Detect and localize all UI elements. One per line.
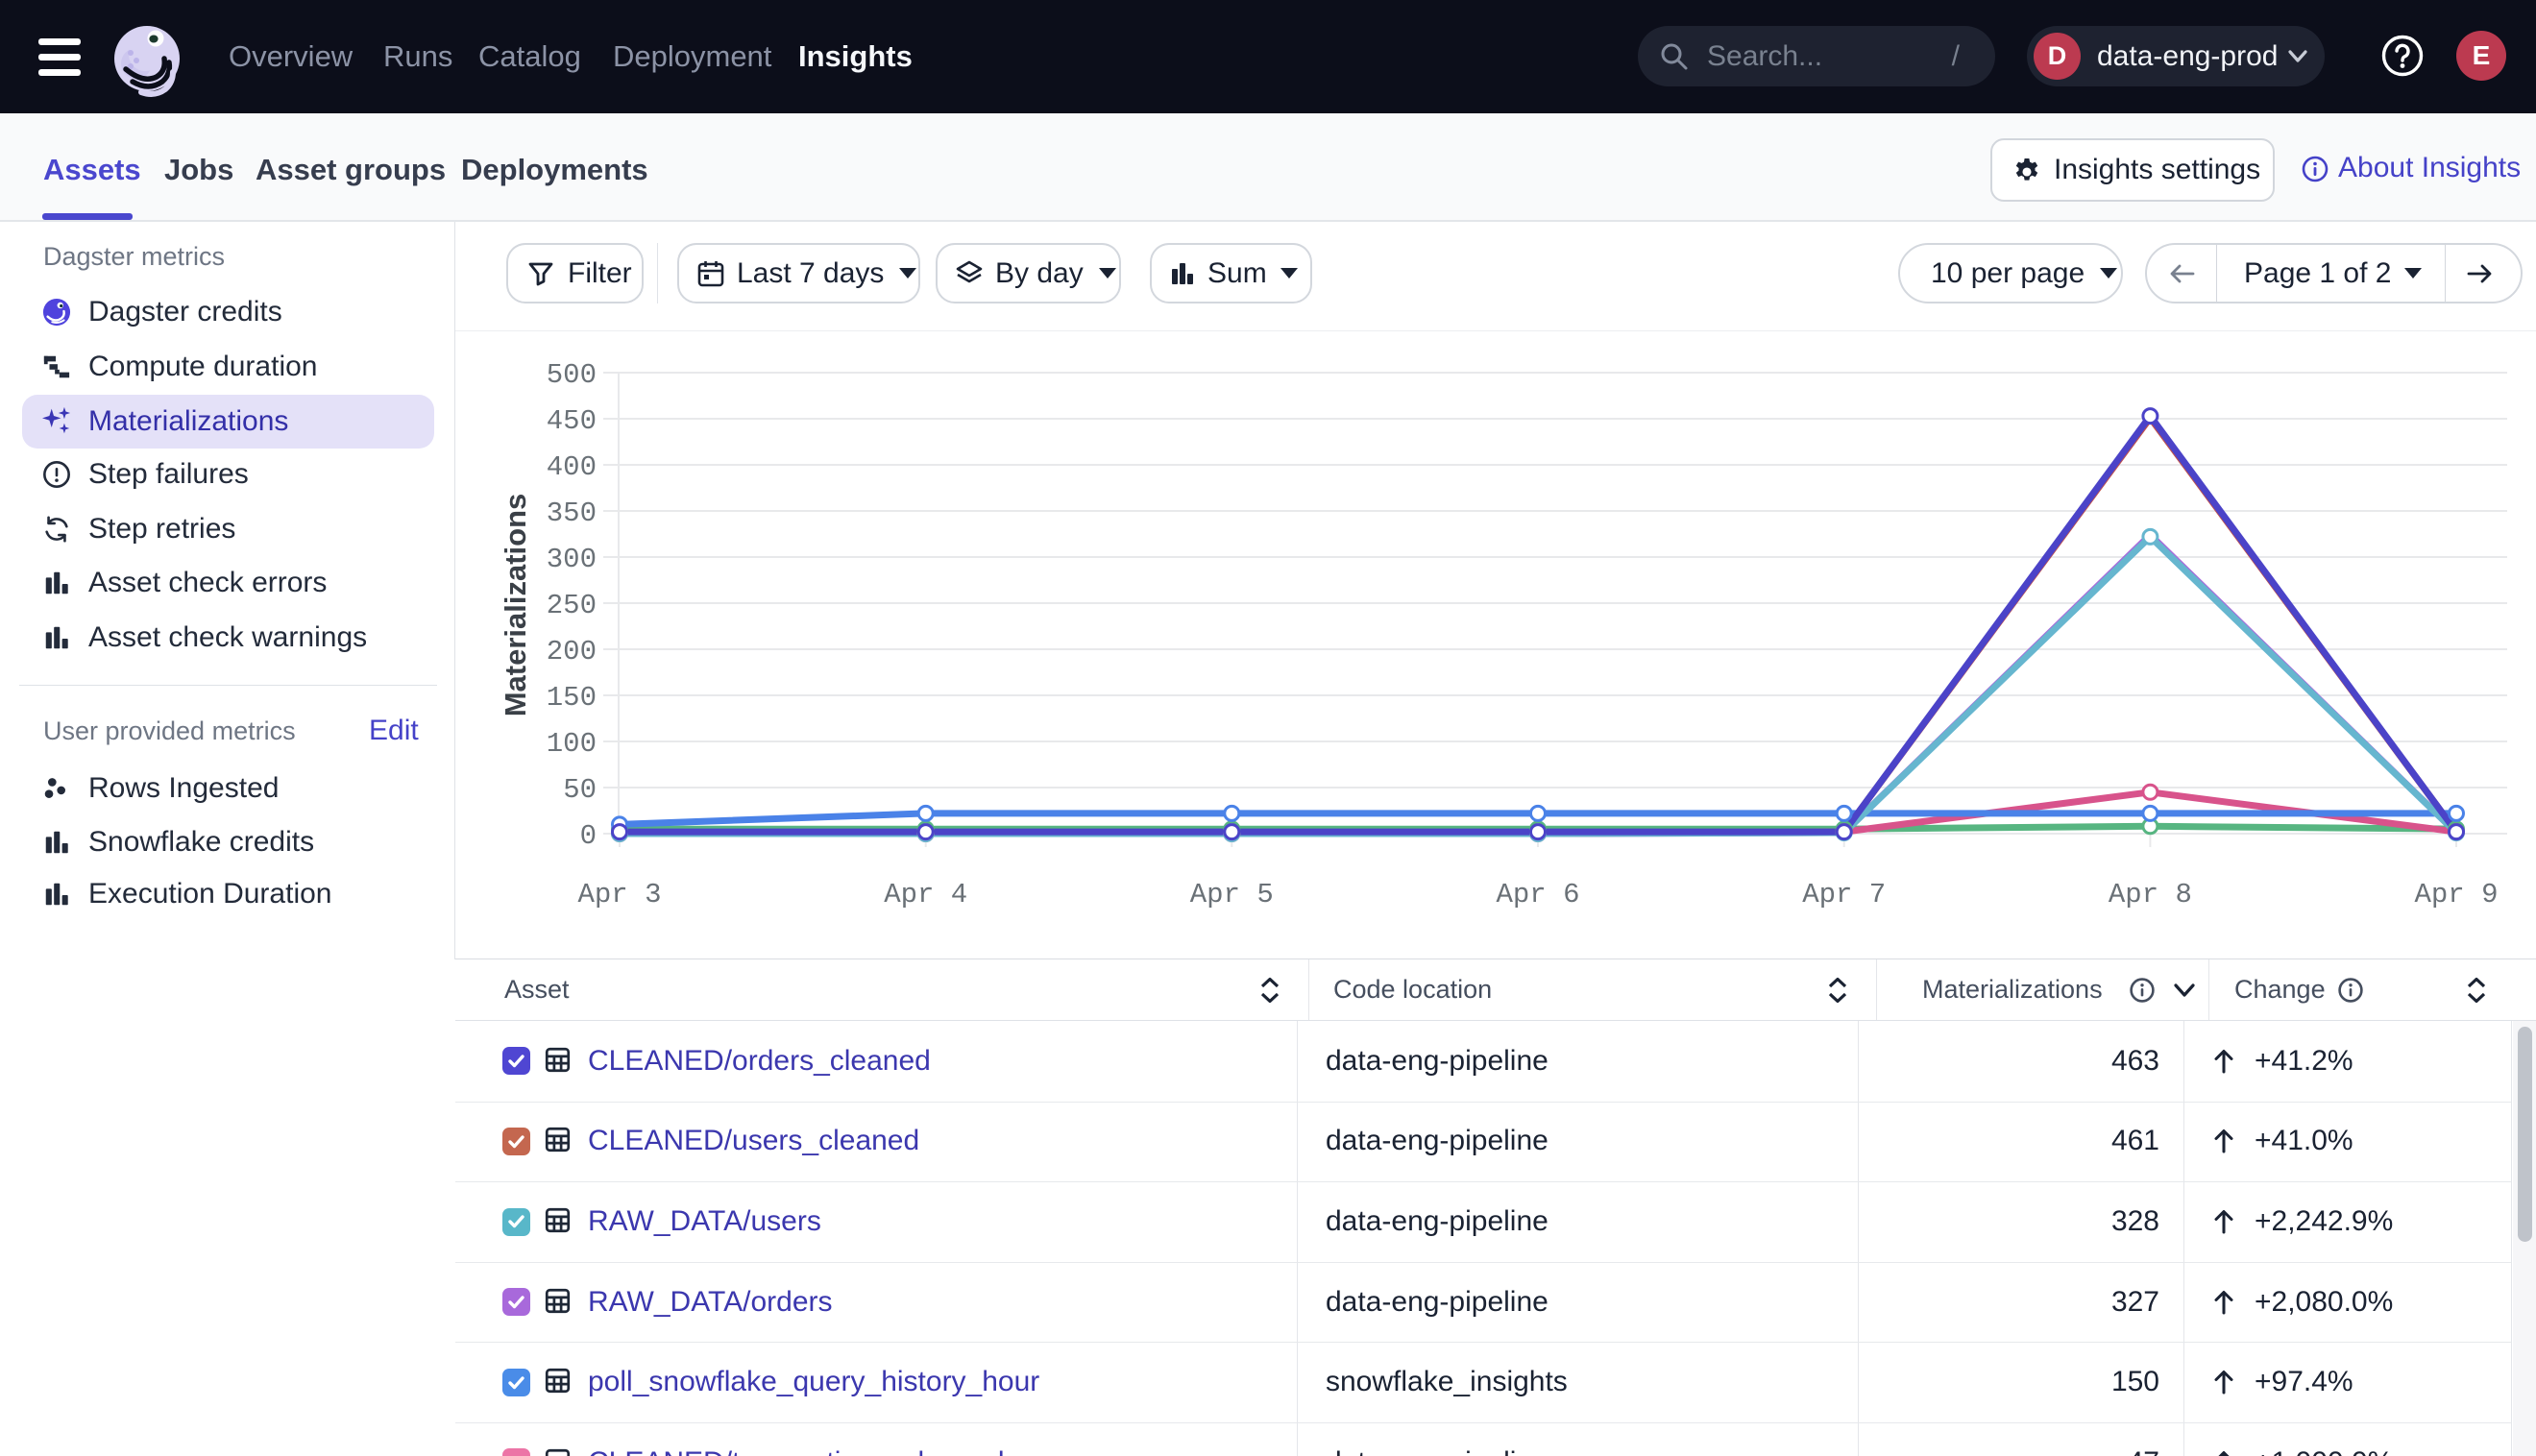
svg-text:Apr 5: Apr 5: [1190, 879, 1274, 910]
svg-text:Apr 4: Apr 4: [884, 879, 967, 910]
svg-text:0: 0: [580, 820, 597, 852]
svg-text:250: 250: [547, 590, 597, 621]
svg-text:200: 200: [547, 636, 597, 667]
svg-text:Apr 8: Apr 8: [2109, 879, 2192, 910]
svg-text:100: 100: [547, 728, 597, 760]
svg-text:Materializations: Materializations: [499, 494, 532, 717]
svg-text:350: 350: [547, 497, 597, 529]
svg-text:Apr 7: Apr 7: [1802, 879, 1886, 910]
svg-text:Apr 6: Apr 6: [1496, 879, 1579, 910]
svg-text:150: 150: [547, 682, 597, 714]
svg-text:50: 50: [563, 774, 597, 806]
svg-text:Apr 9: Apr 9: [2414, 879, 2498, 910]
svg-text:400: 400: [547, 451, 597, 483]
svg-text:500: 500: [547, 359, 597, 391]
svg-text:300: 300: [547, 544, 597, 575]
svg-text:Apr 3: Apr 3: [577, 879, 661, 910]
svg-text:450: 450: [547, 405, 597, 437]
